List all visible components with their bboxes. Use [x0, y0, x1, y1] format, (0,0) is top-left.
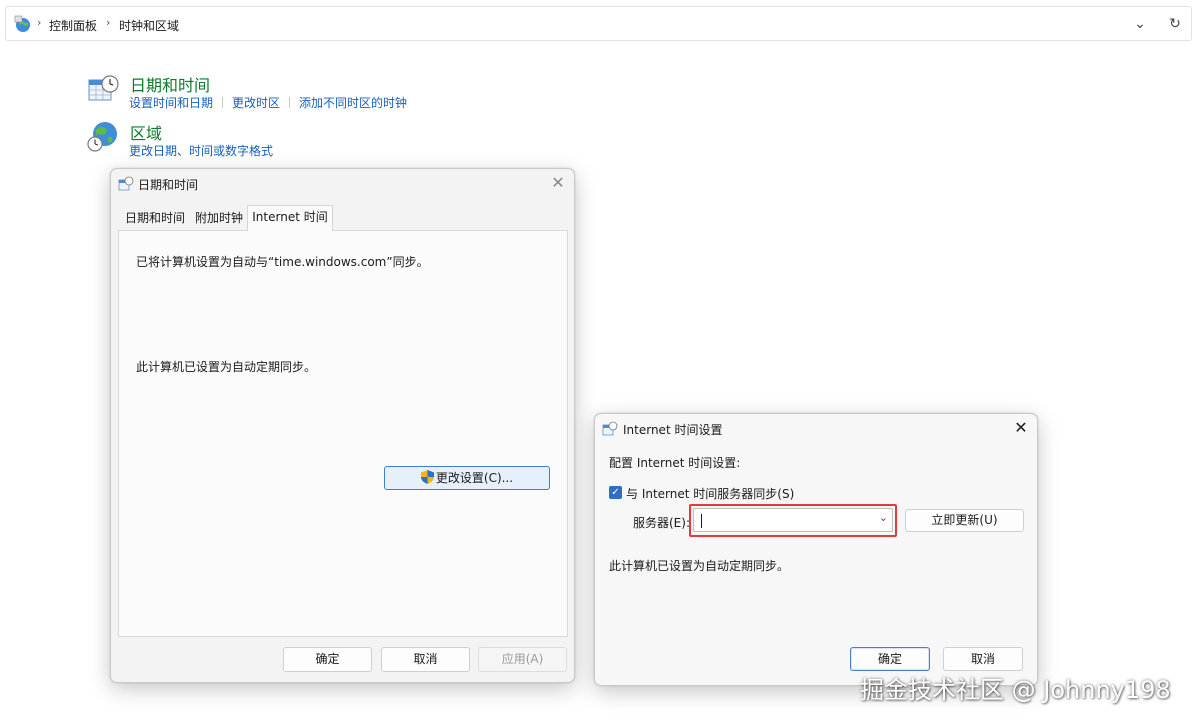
sync-status-text: 已将计算机设置为自动与“time.windows.com”同步。 [136, 255, 429, 269]
calendar-clock-icon [88, 75, 119, 101]
change-settings-button[interactable]: 更改设置(C)... [384, 466, 550, 490]
category-date-time: 日期和时间 设置时间和日期 更改时区 添加不同时区的时钟 [86, 72, 426, 112]
ok-button[interactable]: 确定 [283, 647, 372, 672]
tab-additional-clocks[interactable]: 附加时钟 [191, 207, 247, 230]
uac-shield-icon [420, 470, 434, 484]
dialog-title: Internet 时间设置 [623, 423, 723, 437]
category-region: 区域 更改日期、时间或数字格式 [86, 120, 326, 160]
close-icon[interactable]: ✕ [1010, 417, 1032, 439]
globe-clock-icon [87, 122, 117, 152]
dialog-title: 日期和时间 [138, 178, 199, 192]
sync-checkbox[interactable]: ✓ [609, 486, 622, 499]
calendar-clock-icon [118, 176, 134, 191]
cancel-button[interactable]: 取消 [381, 647, 470, 672]
watermark-text: 掘金技术社区 @ Johnny198 [860, 676, 1171, 704]
tab-panel-internet-time: 已将计算机设置为自动与“time.windows.com”同步。 此计算机已设置… [118, 230, 568, 637]
link-divider [289, 97, 291, 108]
breadcrumb-control-panel[interactable]: 控制面板 [49, 17, 97, 34]
chevron-down-icon[interactable]: ⌄ [879, 511, 888, 524]
cancel-button[interactable]: 取消 [943, 647, 1023, 671]
link-change-timezone[interactable]: 更改时区 [232, 96, 280, 110]
date-time-dialog: 日期和时间 ✕ 日期和时间 附加时钟 Internet 时间 已将计算机设置为自… [110, 168, 575, 683]
apply-button[interactable]: 应用(A) [478, 647, 567, 672]
change-settings-label: 更改设置(C)... [435, 471, 514, 485]
breadcrumb-separator-icon: › [106, 16, 111, 29]
internet-time-settings-dialog: Internet 时间设置 ✕ 配置 Internet 时间设置: ✓ 与 In… [594, 413, 1038, 686]
text-cursor [701, 514, 702, 528]
server-combobox[interactable]: ⌄ [693, 508, 893, 532]
category-links: 更改日期、时间或数字格式 [129, 142, 273, 159]
calendar-clock-icon [602, 421, 618, 436]
link-add-clocks[interactable]: 添加不同时区的时钟 [299, 96, 407, 110]
server-label: 服务器(E): [633, 516, 690, 530]
breadcrumb-clock-region[interactable]: 时钟和区域 [119, 17, 179, 34]
breadcrumb-separator-icon: › [37, 16, 42, 29]
category-links: 设置时间和日期 更改时区 添加不同时区的时钟 [129, 94, 407, 111]
category-title-region[interactable]: 区域 [130, 120, 162, 144]
chevron-down-icon[interactable]: ⌄ [1130, 14, 1150, 34]
config-heading: 配置 Internet 时间设置: [609, 456, 741, 470]
sync-schedule-text: 此计算机已设置为自动定期同步。 [136, 360, 317, 374]
link-change-formats[interactable]: 更改日期、时间或数字格式 [129, 144, 273, 158]
close-icon[interactable]: ✕ [547, 172, 569, 194]
tab-date-time[interactable]: 日期和时间 [121, 207, 189, 230]
ok-button[interactable]: 确定 [850, 647, 930, 671]
link-set-time-date[interactable]: 设置时间和日期 [129, 96, 213, 110]
update-now-button[interactable]: 立即更新(U) [905, 509, 1024, 532]
refresh-icon[interactable]: ↻ [1165, 14, 1185, 34]
control-panel-icon [14, 15, 30, 32]
tab-internet-time[interactable]: Internet 时间 [247, 205, 333, 231]
category-title-date-time[interactable]: 日期和时间 [130, 72, 210, 96]
sync-checkbox-label[interactable]: 与 Internet 时间服务器同步(S) [626, 485, 794, 502]
address-bar[interactable]: › 控制面板 › 时钟和区域 ⌄ ↻ [5, 6, 1192, 41]
link-divider [222, 97, 224, 108]
sync-schedule-text: 此计算机已设置为自动定期同步。 [609, 559, 790, 573]
